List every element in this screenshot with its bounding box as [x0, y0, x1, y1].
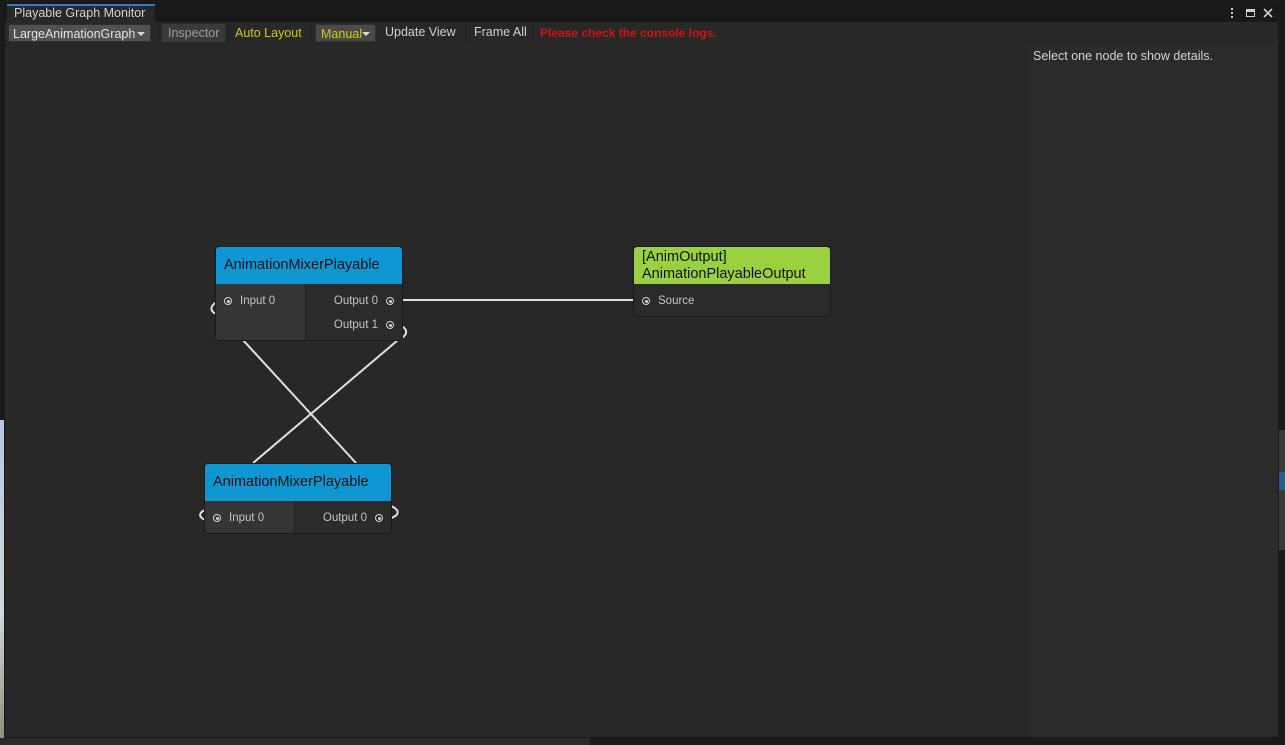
node-mixer-top[interactable]: AnimationMixerPlayable Input 0 Output 0 … [215, 246, 403, 341]
window-title: Playable Graph Monitor [14, 6, 146, 20]
port-connector-icon [642, 297, 650, 305]
port-output-0[interactable]: Output 0 [323, 511, 383, 525]
toolbar-separator [311, 24, 312, 43]
node-anim-output[interactable]: [AnimOutput] AnimationPlayableOutput Sou… [633, 246, 831, 317]
layout-mode-dropdown[interactable]: Manual [315, 24, 376, 42]
frame-all-label: Frame All [474, 25, 527, 39]
node-title-line2: AnimationPlayableOutput [642, 266, 806, 282]
port-connector-icon [386, 297, 394, 305]
background-selection [1279, 472, 1285, 490]
window-controls [1226, 3, 1274, 22]
auto-layout-label: Auto Layout [235, 26, 302, 40]
port-input-0[interactable]: Input 0 [224, 294, 275, 308]
node-input-column: Source [634, 284, 830, 316]
layout-mode-label: Manual [321, 27, 362, 41]
node-output-column: Output 0 [295, 501, 391, 533]
update-view-label: Update View [385, 25, 456, 39]
error-message-text: Please check the console logs. [540, 26, 717, 40]
close-icon[interactable] [1262, 6, 1274, 20]
window-tab[interactable]: Playable Graph Monitor [7, 4, 156, 22]
dropdown-arrow-icon [362, 32, 370, 36]
error-message: Please check the console logs. [534, 24, 723, 42]
maximize-icon[interactable] [1244, 6, 1256, 20]
port-output-0[interactable]: Output 0 [334, 294, 394, 308]
node-title-line1: [AnimOutput] [642, 249, 727, 265]
node-input-column: Input 0 [205, 501, 295, 533]
graph-select-dropdown[interactable]: LargeAnimationGraph [8, 24, 151, 42]
update-view-button[interactable]: Update View [379, 23, 462, 41]
port-connector-icon [213, 514, 221, 522]
playable-graph-monitor-window: Playable Graph Monitor LargeAnimationGra… [4, 2, 1279, 738]
inspector-message: Select one node to show details. [1033, 49, 1213, 63]
graph-canvas[interactable] [9, 44, 1028, 737]
inspector-panel: Select one node to show details. [1028, 44, 1278, 737]
inspector-toggle-label: Inspector [168, 26, 220, 40]
node-header: [AnimOutput] AnimationPlayableOutput [634, 247, 830, 284]
auto-layout-button[interactable]: Auto Layout [229, 24, 308, 42]
port-input-0[interactable]: Input 0 [213, 511, 264, 525]
port-output-1[interactable]: Output 1 [334, 318, 394, 332]
background-editor-panel [1279, 430, 1285, 550]
node-output-column: Output 0 Output 1 [306, 284, 402, 340]
port-connector-icon [375, 514, 383, 522]
toolbar-separator [465, 24, 466, 43]
node-header: AnimationMixerPlayable [205, 464, 391, 501]
graph-select-label: LargeAnimationGraph [13, 27, 136, 41]
node-input-column: Input 0 [216, 284, 306, 340]
node-title: AnimationMixerPlayable [224, 257, 380, 273]
window-titlebar: Playable Graph Monitor [5, 3, 1278, 22]
dropdown-arrow-icon [137, 32, 145, 36]
node-title: AnimationMixerPlayable [213, 474, 369, 490]
frame-all-button[interactable]: Frame All [468, 23, 533, 41]
inspector-toggle-button[interactable]: Inspector [162, 24, 226, 42]
toolbar-separator [532, 24, 533, 43]
kebab-menu-icon[interactable] [1226, 6, 1238, 20]
background-editor-bottom [0, 738, 1285, 745]
toolbar-separator [159, 24, 160, 43]
port-source[interactable]: Source [642, 294, 694, 308]
port-connector-icon [386, 321, 394, 329]
toolbar: LargeAnimationGraph Inspector Auto Layou… [5, 22, 1278, 45]
node-mixer-bottom[interactable]: AnimationMixerPlayable Input 0 Output 0 [204, 463, 392, 534]
node-header: AnimationMixerPlayable [216, 247, 402, 284]
port-connector-icon [224, 297, 232, 305]
